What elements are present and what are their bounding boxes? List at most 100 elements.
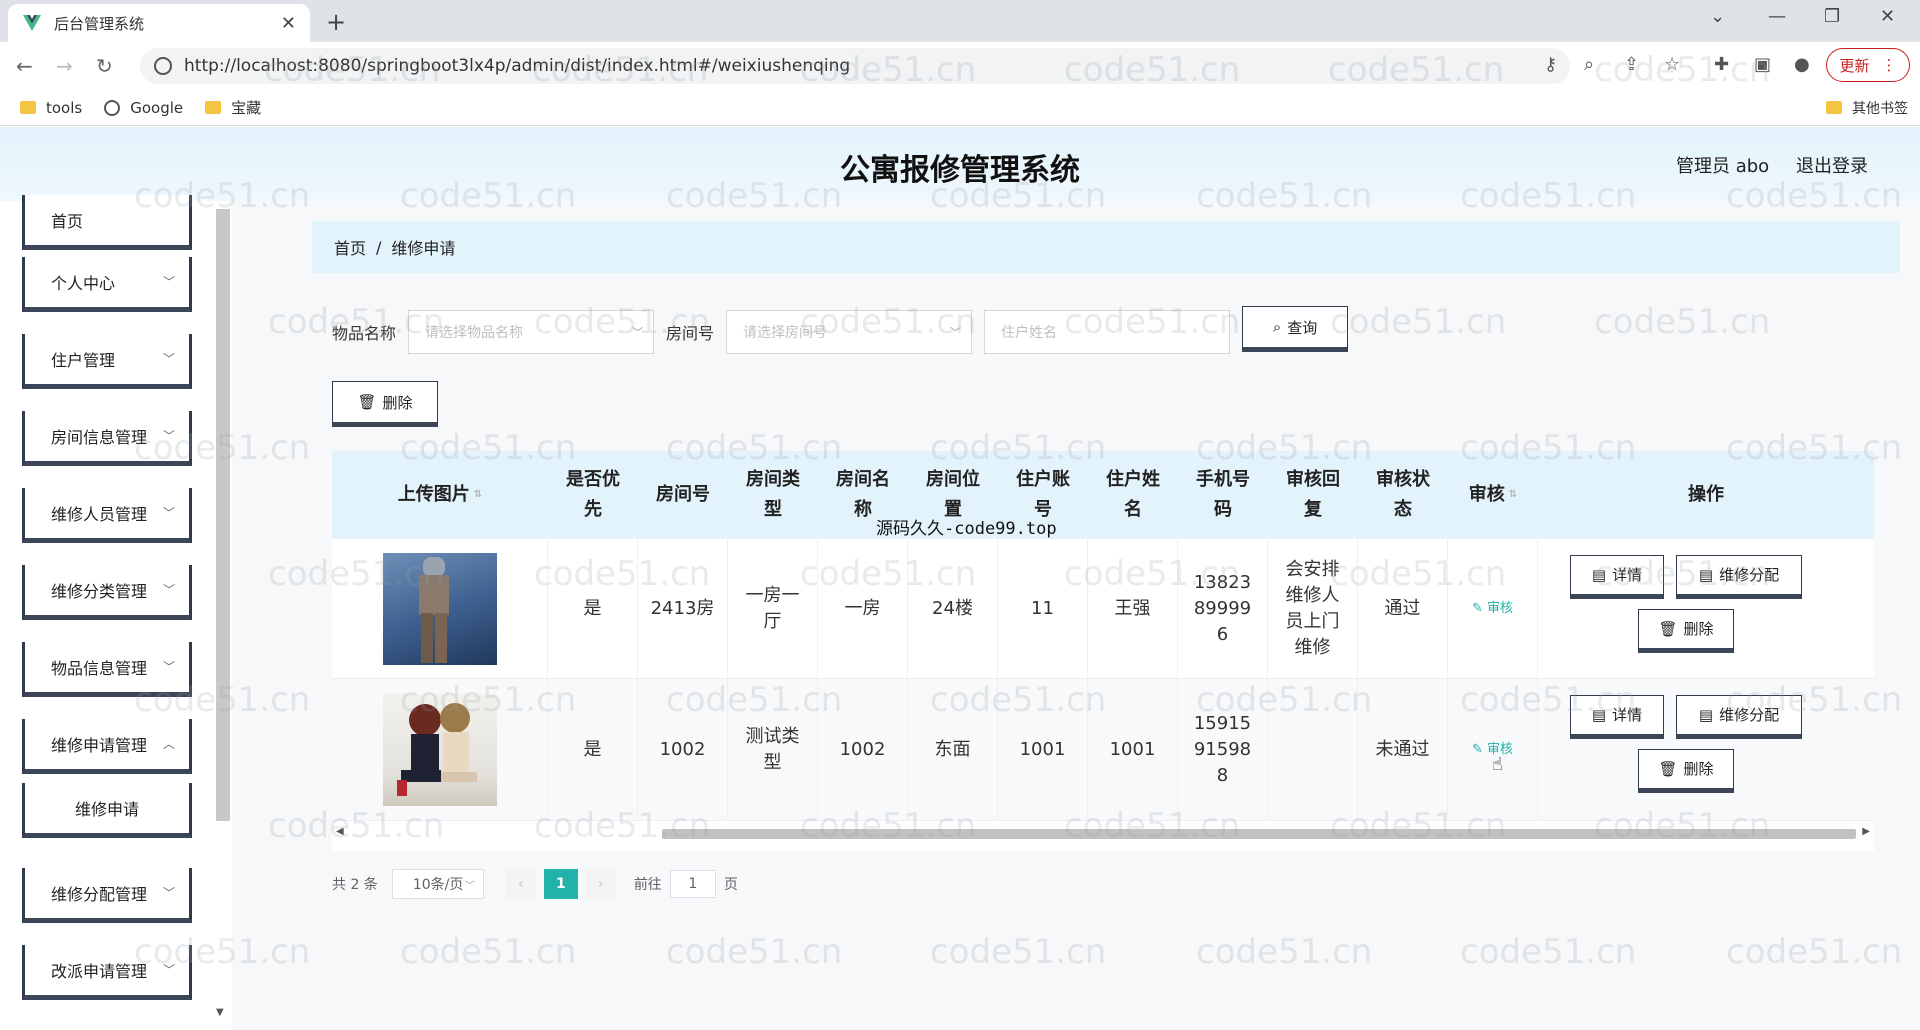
assign-button[interactable]: ▤ 维修分配 (1676, 695, 1802, 739)
col-audit[interactable]: 审核 ⇅ (1448, 451, 1538, 539)
next-page-button[interactable]: › (585, 869, 616, 899)
url-box[interactable]: http://localhost:8080/springboot3lx4p/ad… (140, 48, 1570, 84)
audit-link[interactable]: ✎ 审核 (1472, 596, 1513, 622)
sidebar-item-repair-categories[interactable]: 维修分类管理 ﹀ (22, 565, 192, 620)
vue-logo-icon (22, 13, 42, 33)
query-button[interactable]: ⌕ 查询 (1242, 306, 1349, 352)
cell-location: 24楼 (908, 539, 998, 678)
sidebar-scrollbar[interactable] (216, 209, 230, 821)
sidebar-item-residents[interactable]: 住户管理 ﹀ (22, 334, 192, 389)
sidebar-item-label: 物品信息管理 (51, 659, 148, 678)
page-number[interactable]: 1 (543, 869, 578, 899)
col-room-type[interactable]: 房间类型 (728, 451, 818, 539)
cell-status: 未通过 (1358, 679, 1448, 820)
logout-link[interactable]: 退出登录 (1796, 152, 1868, 178)
browser-tab[interactable]: 后台管理系统 ✕ (8, 4, 310, 42)
sidebar-subitem-repair-request[interactable]: 维修申请 (22, 783, 192, 838)
chevron-down-icon: ﹀ (162, 275, 175, 289)
close-window-icon[interactable]: ✕ (1880, 6, 1895, 27)
table-hscroll[interactable]: ◀ ▶ (332, 826, 1874, 841)
chevron-down-icon: ﹀ (950, 326, 962, 339)
row-delete-button[interactable]: 🗑 删除 (1638, 749, 1734, 793)
chevron-down-icon: ﹀ (162, 660, 175, 674)
other-bookmarks[interactable]: 其他书签 (1826, 98, 1908, 118)
sidebar-item-reassign[interactable]: 改派申请管理 ﹀ (22, 945, 192, 1000)
col-actions: 操作 (1538, 451, 1874, 539)
sort-icon[interactable]: ⇅ (474, 480, 482, 510)
app-root: 公寓报修管理系统 管理员 abo 退出登录 首页 个人中心 ﹀ 住户管理 ﹀ 房间信… (0, 127, 1920, 1030)
detail-button[interactable]: ▤ 详情 (1570, 555, 1664, 599)
cell-room-no: 1002 (638, 679, 728, 820)
forward-icon[interactable]: → (56, 54, 73, 78)
admin-name: 管理员 abo (1676, 156, 1770, 177)
item-name-select[interactable]: 请选择物品名称 ﹀ (408, 310, 655, 354)
new-tab-icon[interactable]: + (326, 8, 346, 36)
url-text[interactable]: http://localhost:8080/springboot3lx4p/ad… (184, 56, 850, 76)
scroll-down-icon[interactable]: ▼ (216, 1007, 224, 1018)
sidebar-item-repair-requests[interactable]: 维修申请管理 ︿ (22, 719, 192, 774)
breadcrumb-home[interactable]: 首页 (334, 235, 366, 259)
uploaded-photo[interactable] (382, 693, 497, 806)
table-row: 是 1002 测试类型 1002 东面 1001 1001 1591591598… (332, 679, 1874, 821)
scroll-left-icon[interactable]: ◀ (336, 826, 344, 837)
maximize-icon[interactable]: ❐ (1824, 6, 1840, 27)
room-no-select[interactable]: 请选择房间号 ﹀ (726, 310, 973, 354)
col-priority[interactable]: 是否优先 (548, 451, 638, 539)
bookmark-label: 宝藏 (231, 99, 262, 117)
back-icon[interactable]: ← (16, 54, 33, 78)
cell-room-name: 1002 (818, 679, 908, 820)
col-phone[interactable]: 手机号码 (1178, 451, 1268, 539)
bookmark-treasure[interactable]: 宝藏 (205, 97, 261, 118)
delete-label: 删除 (1683, 620, 1714, 638)
breadcrumb: 首页 / 维修申请 (312, 221, 1900, 273)
col-image[interactable]: 上传图片 ⇅ (332, 451, 548, 539)
star-icon[interactable]: ☆ (1664, 54, 1680, 75)
uploaded-photo[interactable] (382, 552, 497, 665)
col-resident-name[interactable]: 住户姓名 (1088, 451, 1178, 539)
tab-close-icon[interactable]: ✕ (281, 13, 296, 34)
cell-location: 东面 (908, 679, 998, 820)
cell-phone: 15915915988 (1178, 679, 1268, 820)
update-button[interactable]: 更新 ⋮ (1826, 48, 1910, 82)
extensions-icon[interactable]: ✚ (1714, 54, 1729, 75)
sidebar-item-profile[interactable]: 个人中心 ﹀ (22, 257, 192, 312)
reload-icon[interactable]: ↻ (96, 54, 113, 78)
col-reply[interactable]: 审核回复 (1268, 451, 1358, 539)
sidebar-item-items[interactable]: 物品信息管理 ﹀ (22, 642, 192, 697)
sidebar-item-home[interactable]: 首页 (22, 195, 192, 250)
profile-icon[interactable]: ● (1794, 54, 1810, 75)
share-icon[interactable]: ⇪ (1624, 54, 1639, 75)
page-size-select[interactable]: 10条/页 ﹀ (391, 869, 484, 899)
document-icon: ▤ (1591, 706, 1607, 724)
col-status[interactable]: 审核状态 (1358, 451, 1448, 539)
bookmark-google[interactable]: Google (104, 99, 183, 117)
page-jump-input[interactable]: 1 (669, 870, 716, 898)
bookmark-tools[interactable]: tools (20, 99, 82, 117)
folder-icon (205, 101, 222, 114)
assign-button[interactable]: ▤ 维修分配 (1676, 555, 1802, 599)
sidebar-item-rooms[interactable]: 房间信息管理 ﹀ (22, 411, 192, 466)
zoom-icon[interactable]: ⌕ (1584, 54, 1594, 75)
sort-icon[interactable]: ⇅ (1509, 480, 1517, 510)
search-form: 物品名称 请选择物品名称 ﹀ 房间号 请选择房间号 ﹀ 住户姓名 ⌕ 查询 (332, 306, 1349, 355)
scroll-right-icon[interactable]: ▶ (1862, 826, 1870, 837)
chevron-down-icon: ﹀ (632, 326, 644, 339)
detail-button[interactable]: ▤ 详情 (1570, 695, 1664, 739)
minimize-icon[interactable]: — (1768, 6, 1786, 27)
key-icon[interactable]: ⚷ (1544, 54, 1557, 75)
row-delete-button[interactable]: 🗑 删除 (1638, 609, 1734, 653)
hscroll-thumb[interactable] (662, 829, 1856, 839)
resident-name-input[interactable]: 住户姓名 (984, 310, 1231, 354)
tab-list-icon[interactable]: ⌄ (1710, 6, 1725, 27)
col-label: 审核 (1468, 484, 1505, 505)
prev-page-button[interactable]: ‹ (505, 869, 536, 899)
site-info-icon[interactable] (154, 57, 172, 75)
sidepanel-icon[interactable]: ▣ (1754, 54, 1771, 75)
batch-delete-button[interactable]: 🗑 删除 (332, 381, 438, 427)
assign-label: 维修分配 (1719, 566, 1780, 584)
sidebar-item-repair-assign[interactable]: 维修分配管理 ﹀ (22, 868, 192, 923)
sidebar-item-repairers[interactable]: 维修人员管理 ﹀ (22, 488, 192, 543)
app-header: 公寓报修管理系统 管理员 abo 退出登录 (0, 127, 1920, 201)
search-icon: ⌕ (1272, 318, 1282, 336)
col-room-no[interactable]: 房间号 (638, 451, 728, 539)
